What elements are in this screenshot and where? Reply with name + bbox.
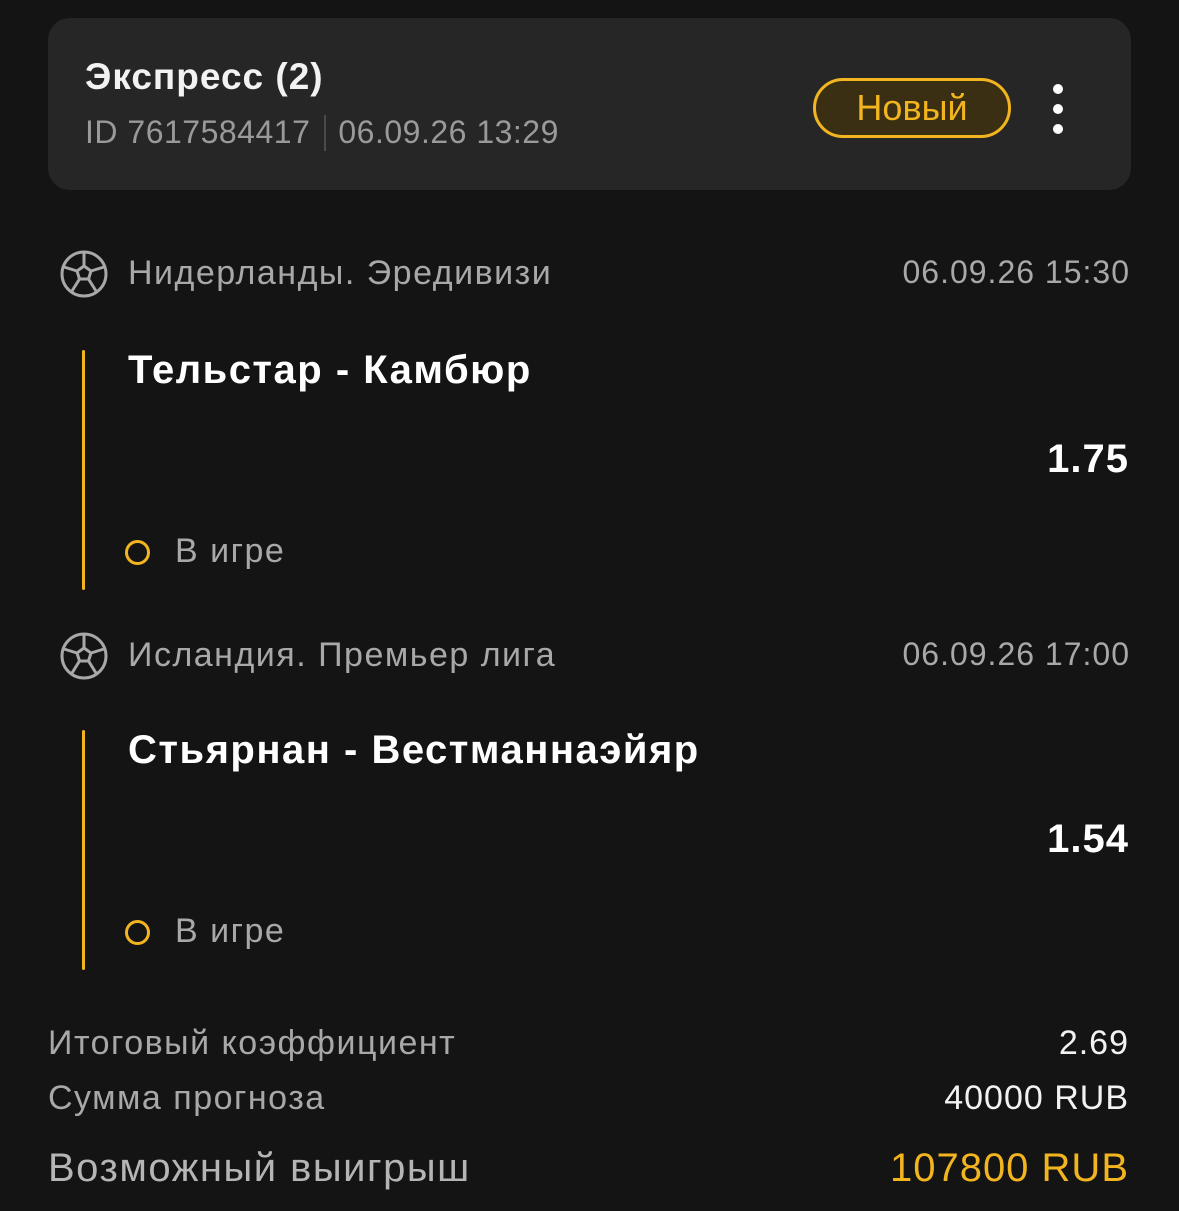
league-name: Нидерланды. Эредивизи <box>128 254 553 292</box>
bet-id: ID 7617584417 <box>85 114 311 150</box>
league-row: Нидерланды. Эредивизи 06.09.26 15:30 <box>58 248 1130 300</box>
status-circle-icon <box>125 920 150 945</box>
bet-datetime: 06.09.26 13:29 <box>338 114 559 150</box>
total-odds-value: 2.69 <box>1058 1024 1129 1062</box>
event-start-time: 06.09.26 17:00 <box>902 636 1130 672</box>
more-dot <box>1053 84 1063 94</box>
odds-value: 1.54 <box>1047 817 1129 861</box>
accent-line <box>82 350 85 590</box>
more-dot <box>1053 104 1063 114</box>
stake-label: Сумма прогноза <box>48 1079 326 1117</box>
meta-divider <box>324 114 327 151</box>
more-dot <box>1053 124 1063 134</box>
league-name: Исландия. Премьер лига <box>128 636 557 674</box>
bet-meta-row: ID 7617584417 06.09.26 13:29 <box>85 114 559 151</box>
match-name[interactable]: Тельстар - Камбюр <box>128 348 532 393</box>
odds-value: 1.75 <box>1047 437 1129 481</box>
more-options-icon[interactable] <box>1043 84 1073 134</box>
accent-line <box>82 730 85 970</box>
soccer-ball-icon <box>60 250 108 298</box>
soccer-ball-icon <box>60 632 108 680</box>
possible-win-label: Возможный выигрыш <box>48 1146 471 1190</box>
total-odds-label: Итоговый коэффициент <box>48 1024 457 1062</box>
stake-value: 40000 RUB <box>944 1079 1129 1117</box>
status-text: В игре <box>175 532 286 570</box>
match-name[interactable]: Стьярнан - Вестманнаэйяр <box>128 728 700 773</box>
event-start-time: 06.09.26 15:30 <box>902 254 1130 290</box>
bet-header-card: Экспресс (2) ID 7617584417 06.09.26 13:2… <box>48 18 1131 190</box>
bet-type-title: Экспресс (2) <box>85 56 324 97</box>
bet-details-screen: Экспресс (2) ID 7617584417 06.09.26 13:2… <box>0 0 1179 1211</box>
possible-win-value: 107800 RUB <box>889 1146 1129 1190</box>
status-circle-icon <box>125 540 150 565</box>
status-text: В игре <box>175 912 286 950</box>
status-badge: Новый <box>813 78 1011 138</box>
league-row: Исландия. Премьер лига 06.09.26 17:00 <box>58 630 1130 682</box>
